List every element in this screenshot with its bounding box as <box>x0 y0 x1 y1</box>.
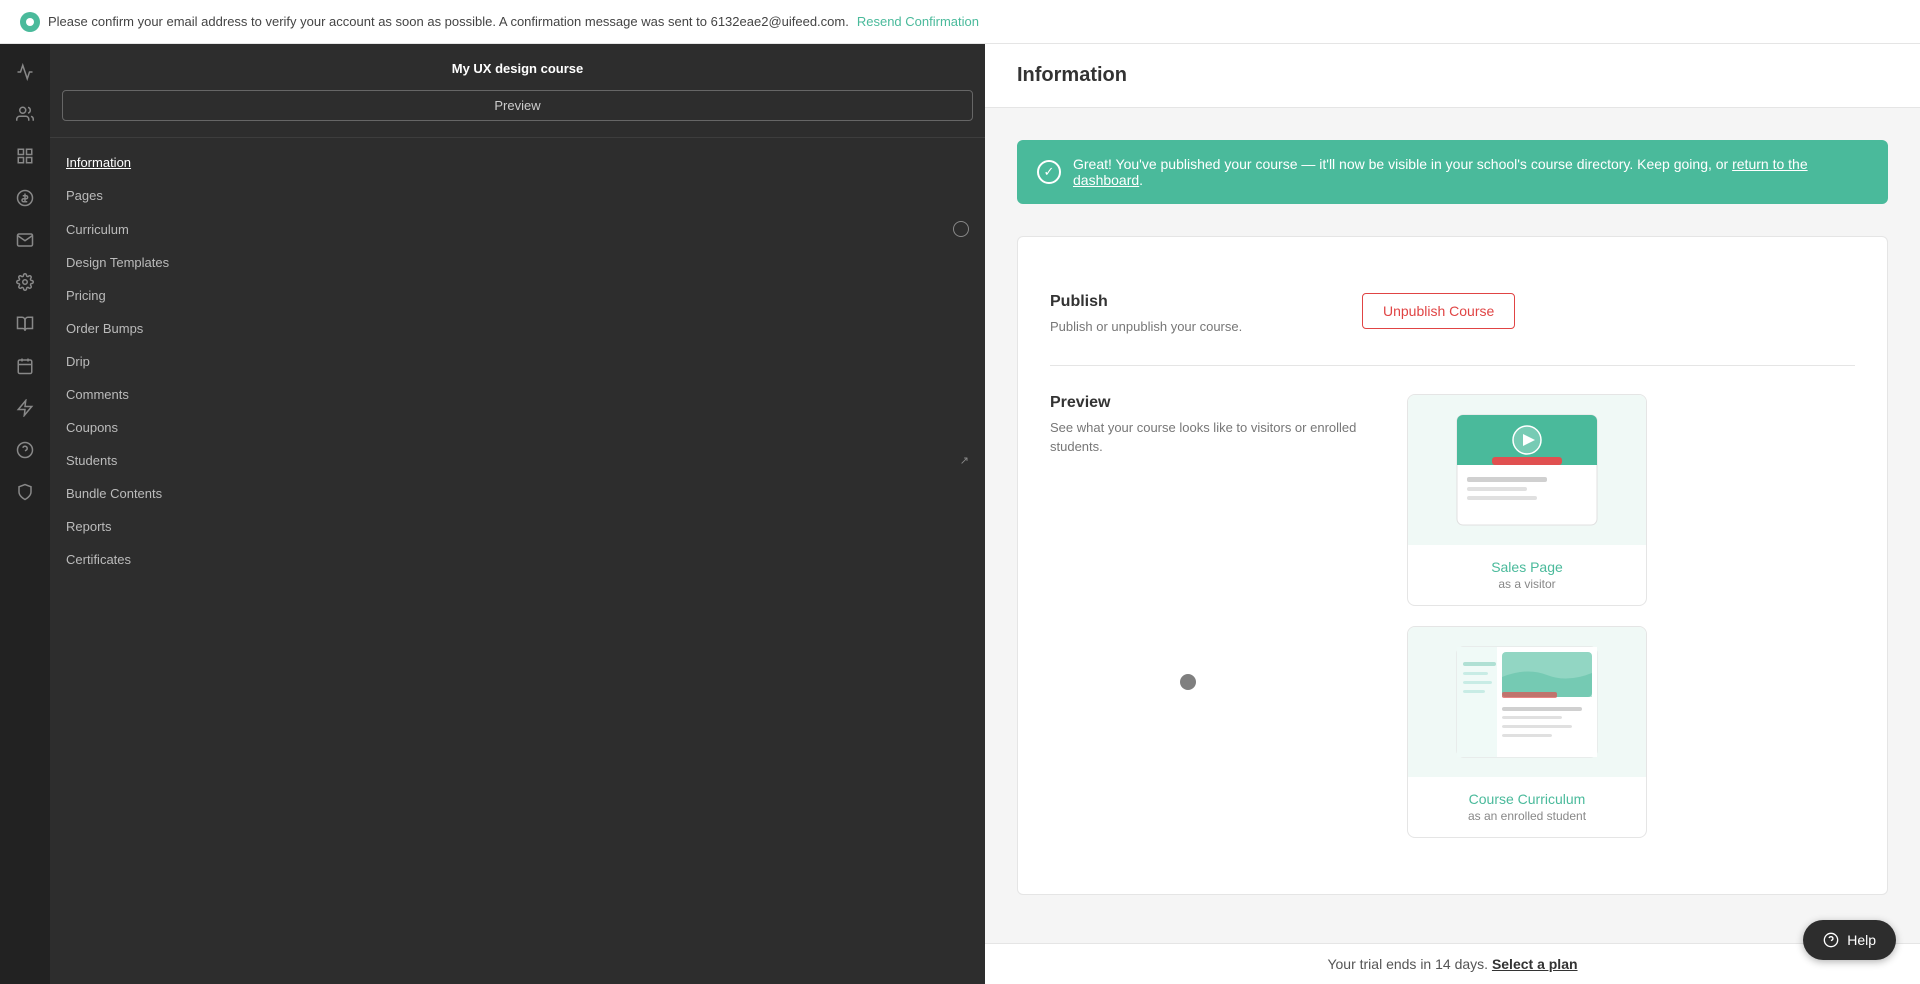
sidebar-item-design-templates-label: Design Templates <box>66 255 169 270</box>
sidebar-item-reports-label: Reports <box>66 519 112 534</box>
sidebar-item-reports[interactable]: Reports <box>50 510 985 543</box>
sidebar-item-certificates[interactable]: Certificates <box>50 543 985 576</box>
chart-icon[interactable] <box>5 52 45 92</box>
sidebar-item-bundle-contents-label: Bundle Contents <box>66 486 162 501</box>
sidebar-item-pages-label: Pages <box>66 188 103 203</box>
success-banner: ✓ Great! You've published your course — … <box>1017 140 1888 204</box>
notification-bar: Please confirm your email address to ver… <box>0 0 1920 44</box>
help-circle-icon[interactable] <box>5 430 45 470</box>
sidebar-nav: Information Pages Curriculum Design Temp… <box>50 138 985 984</box>
library-icon[interactable] <box>5 304 45 344</box>
sidebar-icons-column <box>0 44 50 984</box>
sales-page-card[interactable]: Sales Page as a visitor <box>1407 394 1647 606</box>
mail-icon[interactable] <box>5 220 45 260</box>
preview-title: Preview <box>1050 394 1375 412</box>
sidebar-course-title: My UX design course <box>62 60 973 78</box>
help-button[interactable]: Help <box>1803 920 1896 960</box>
sidebar-nav-panel: My UX design course Preview Information … <box>50 44 985 984</box>
sidebar-item-comments[interactable]: Comments <box>50 378 985 411</box>
preview-cards-container: Sales Page as a visitor <box>1407 394 1855 838</box>
sidebar-item-bundle-contents[interactable]: Bundle Contents <box>50 477 985 510</box>
content-card: Publish Publish or unpublish your course… <box>1017 236 1888 895</box>
notification-message: Please confirm your email address to ver… <box>48 14 849 29</box>
sidebar-item-curriculum-label: Curriculum <box>66 222 129 237</box>
sidebar-item-certificates-label: Certificates <box>66 552 131 567</box>
sidebar-item-information-label: Information <box>66 155 131 170</box>
sidebar-item-drip-label: Drip <box>66 354 90 369</box>
trial-bar: Your trial ends in 14 days. Select a pla… <box>985 943 1920 984</box>
publish-label: Publish Publish or unpublish your course… <box>1050 293 1330 337</box>
trial-message: Your trial ends in 14 days. <box>1327 956 1488 972</box>
lightning-icon[interactable] <box>5 388 45 428</box>
sidebar-item-coupons-label: Coupons <box>66 420 118 435</box>
sidebar-preview-button[interactable]: Preview <box>62 90 973 121</box>
help-button-label: Help <box>1847 932 1876 948</box>
main-header: Information <box>985 44 1920 108</box>
people-icon[interactable] <box>5 94 45 134</box>
main-body: ✓ Great! You've published your course — … <box>985 108 1920 943</box>
sidebar-item-order-bumps-label: Order Bumps <box>66 321 143 336</box>
shield-icon[interactable] <box>5 472 45 512</box>
sales-page-card-label: Sales Page as a visitor <box>1408 545 1646 605</box>
sidebar-item-students-label: Students <box>66 453 117 468</box>
page-title: Information <box>1017 64 1127 87</box>
external-link-icon: ↗ <box>960 454 969 467</box>
gear-icon[interactable] <box>5 262 45 302</box>
publish-section: Publish Publish or unpublish your course… <box>1050 265 1855 365</box>
select-plan-link[interactable]: Select a plan <box>1492 956 1578 972</box>
success-banner-text: Great! You've published your course — it… <box>1073 156 1868 188</box>
sales-page-card-image <box>1408 395 1646 545</box>
sidebar-item-pages[interactable]: Pages <box>50 179 985 212</box>
curriculum-badge <box>953 221 969 237</box>
sidebar-item-drip[interactable]: Drip <box>50 345 985 378</box>
sidebar-item-information[interactable]: Information <box>50 146 985 179</box>
course-curriculum-card-image <box>1408 627 1646 777</box>
course-curriculum-card-subtitle: as an enrolled student <box>1422 809 1632 823</box>
sidebar-item-pricing-label: Pricing <box>66 288 106 303</box>
resend-confirmation-link[interactable]: Resend Confirmation <box>857 14 979 29</box>
preview-description: See what your course looks like to visit… <box>1050 418 1375 457</box>
main-content: Information ✓ Great! You've published yo… <box>985 44 1920 984</box>
calendar-icon[interactable] <box>5 346 45 386</box>
publish-actions: Unpublish Course <box>1362 293 1515 329</box>
course-curriculum-card-label: Course Curriculum as an enrolled student <box>1408 777 1646 837</box>
sales-page-card-title: Sales Page <box>1422 559 1632 575</box>
course-curriculum-card-title: Course Curriculum <box>1422 791 1632 807</box>
sidebar-item-pricing[interactable]: Pricing <box>50 279 985 312</box>
course-curriculum-card[interactable]: Course Curriculum as an enrolled student <box>1407 626 1647 838</box>
notification-icon <box>20 12 40 32</box>
help-button-icon <box>1823 932 1839 948</box>
sales-page-card-subtitle: as a visitor <box>1422 577 1632 591</box>
app-layout: My UX design course Preview Information … <box>0 44 1920 984</box>
sidebar-course-section: My UX design course Preview <box>50 44 985 138</box>
sidebar-item-curriculum[interactable]: Curriculum <box>50 212 985 246</box>
publish-description: Publish or unpublish your course. <box>1050 317 1330 337</box>
unpublish-course-button[interactable]: Unpublish Course <box>1362 293 1515 329</box>
sidebar-item-students[interactable]: Students ↗ <box>50 444 985 477</box>
sidebar-item-order-bumps[interactable]: Order Bumps <box>50 312 985 345</box>
preview-section: Preview See what your course looks like … <box>1050 366 1855 866</box>
sidebar-item-design-templates[interactable]: Design Templates <box>50 246 985 279</box>
preview-label: Preview See what your course looks like … <box>1050 394 1375 457</box>
dashboard-icon[interactable] <box>5 136 45 176</box>
sidebar-item-comments-label: Comments <box>66 387 129 402</box>
success-checkmark-icon: ✓ <box>1037 160 1061 184</box>
publish-title: Publish <box>1050 293 1330 311</box>
sidebar-item-coupons[interactable]: Coupons <box>50 411 985 444</box>
dollar-icon[interactable] <box>5 178 45 218</box>
